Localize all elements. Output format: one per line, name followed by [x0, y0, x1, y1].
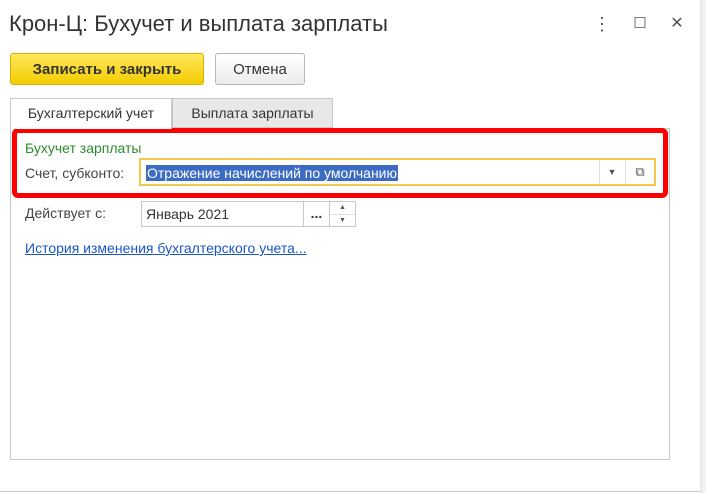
effective-date-label: Действует с: — [25, 205, 106, 221]
more-icon[interactable]: ⋮ — [592, 14, 612, 34]
spin-down-icon[interactable]: ▼ — [330, 215, 355, 227]
open-form-icon[interactable]: ⧉ — [625, 160, 654, 184]
period-stepper[interactable]: ▲ ▼ — [330, 201, 356, 227]
tab-salary-payment[interactable]: Выплата зарплаты — [172, 98, 333, 128]
window-title: Крон-Ц: Бухучет и выплата зарплаты — [9, 11, 388, 36]
save-and-close-button[interactable]: Записать и закрыть — [10, 53, 204, 85]
dialog-window: Крон-Ц: Бухучет и выплата зарплаты ⋮ ☐ ✕… — [0, 0, 701, 492]
cancel-button[interactable]: Отмена — [215, 53, 305, 85]
account-value[interactable]: Отражение начислений по умолчанию — [146, 165, 398, 181]
effective-date-input[interactable]: Январь 2021 — [141, 201, 304, 227]
spin-up-icon[interactable]: ▲ — [330, 202, 355, 215]
account-combobox[interactable]: Отражение начислений по умолчанию ▼ ⧉ — [139, 158, 656, 186]
history-link[interactable]: История изменения бухгалтерского учета..… — [25, 240, 307, 256]
chevron-down-icon[interactable]: ▼ — [599, 160, 624, 184]
window-shadow — [700, 0, 706, 493]
close-icon[interactable]: ✕ — [667, 14, 687, 34]
tab-accounting[interactable]: Бухгалтерский учет — [10, 98, 172, 129]
account-label: Счет, субконто: — [25, 165, 125, 181]
maximize-icon[interactable]: ☐ — [630, 14, 650, 34]
group-title: Бухучет зарплаты — [25, 140, 142, 156]
select-period-button[interactable]: ... — [304, 201, 330, 227]
